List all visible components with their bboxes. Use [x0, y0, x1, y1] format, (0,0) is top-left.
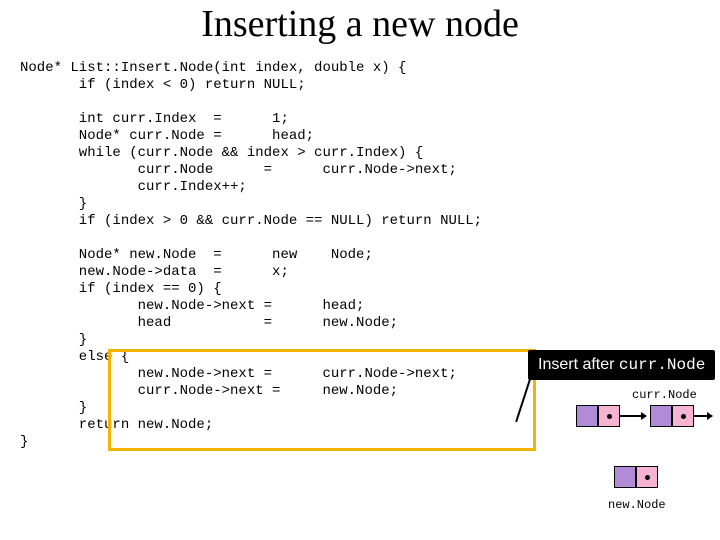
label-curr-node: curr.Node	[632, 388, 697, 402]
arrow-next-out	[694, 415, 712, 417]
ll-cell-ptr	[598, 405, 620, 427]
callout-prefix: Insert after	[538, 356, 619, 373]
callout-connector	[515, 376, 532, 422]
ll-node-next	[650, 405, 694, 427]
ptr-dot	[645, 475, 650, 480]
callout-mono: curr.Node	[619, 356, 705, 374]
callout-insert-after: Insert after curr.Node	[528, 350, 715, 380]
ll-cell-ptr	[636, 466, 658, 488]
code-block: Node* List::Insert.Node(int index, doubl…	[20, 60, 482, 451]
arrow-curr-next	[620, 415, 646, 417]
ptr-dot	[681, 414, 686, 419]
slide-title: Inserting a new node	[0, 2, 720, 46]
label-new-node: new.Node	[608, 498, 666, 512]
ll-cell-data	[614, 466, 636, 488]
ll-node-curr	[576, 405, 620, 427]
ll-node-new	[614, 466, 658, 488]
ll-cell-ptr	[672, 405, 694, 427]
ptr-dot	[607, 414, 612, 419]
ll-cell-data	[650, 405, 672, 427]
ll-cell-data	[576, 405, 598, 427]
